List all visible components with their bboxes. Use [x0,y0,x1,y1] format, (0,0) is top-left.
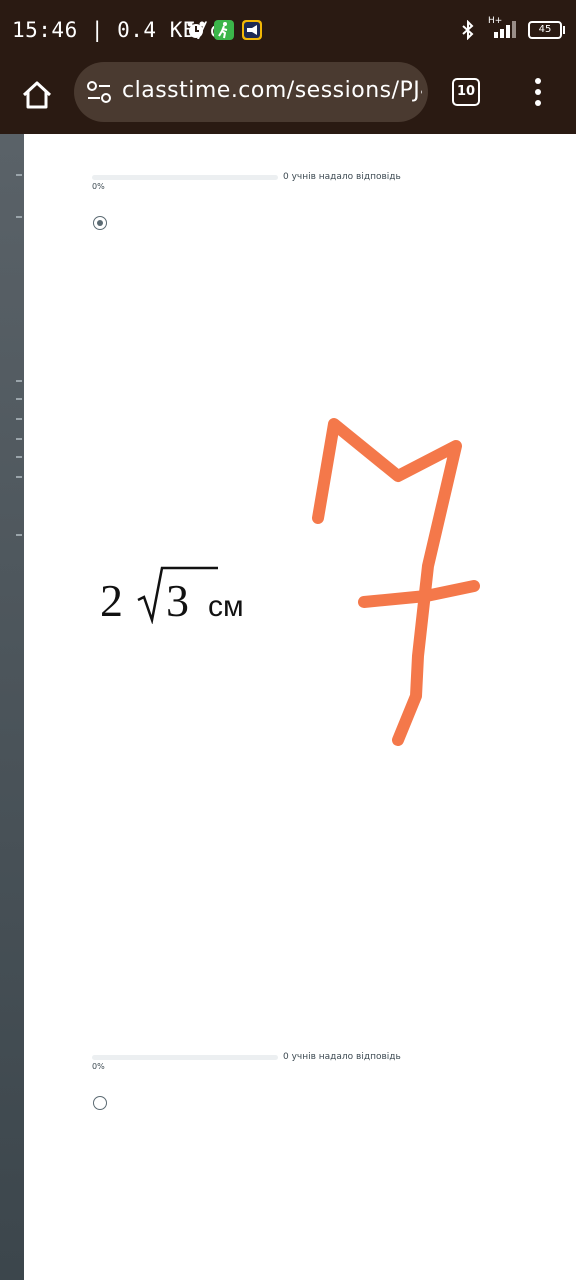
background-page-edge [0,134,24,1280]
response-progress-bar [92,175,278,180]
address-bar[interactable]: classtime.com/sessions/PJ43C [74,62,428,122]
alarm-icon [186,20,206,40]
tabs-button[interactable]: 10 [452,78,480,106]
home-button[interactable] [18,76,56,114]
answer-radio[interactable] [93,1096,107,1110]
response-count-label: 0 учнів надало відповідь [283,1052,401,1062]
bluetooth-icon [460,19,480,41]
url-text: classtime.com/sessions/PJ43C [122,78,422,103]
browser-toolbar: classtime.com/sessions/PJ43C 10 [0,62,576,134]
more-menu-icon[interactable] [530,78,546,110]
formula-radicand: 3 [166,575,189,624]
step-counter-icon [214,20,234,40]
answer-options-panel: 0 учнів надало відповідь 0% 2 3 см 0 учн… [24,134,576,1280]
home-icon [22,81,52,109]
megaphone-app-icon [242,20,262,40]
formula-unit: см [208,590,244,623]
response-progress-bar [92,1055,278,1060]
response-percent: 0% [92,1062,105,1071]
site-settings-icon[interactable] [86,80,112,104]
signal-icon: H+ [488,16,520,40]
battery-indicator: 45 [528,21,565,39]
answer-radio-selected[interactable] [93,216,107,230]
formula-coefficient: 2 [100,575,123,624]
handwritten-seven-annotation [308,406,488,746]
status-bar: 15:46 | 0.4 КБ/с H+ 45 [0,0,576,62]
response-percent: 0% [92,182,105,191]
response-count-label: 0 учнів надало відповідь [283,172,401,182]
answer-formula: 2 3 [100,564,270,626]
